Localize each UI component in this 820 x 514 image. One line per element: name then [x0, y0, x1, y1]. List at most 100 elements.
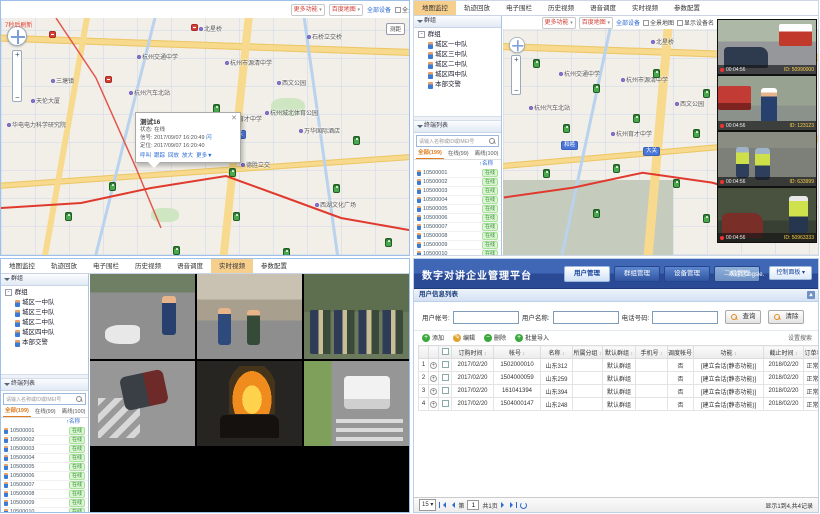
online-badge[interactable]: 在线 [482, 187, 498, 195]
tab-1[interactable]: 轨迹回放 [456, 1, 498, 15]
online-badge[interactable]: 在线 [482, 205, 498, 213]
search-settings-link[interactable]: 设置搜索 [788, 333, 812, 342]
online-badge[interactable]: 在线 [69, 454, 85, 462]
online-badge[interactable]: 在线 [482, 178, 498, 186]
search-button[interactable]: 查询 [725, 310, 761, 324]
video-wall-cell-1[interactable] [197, 274, 302, 359]
column-header-4[interactable]: 默认群组 [603, 346, 636, 359]
tree-item-3[interactable]: 城区四中队 [418, 70, 501, 80]
tab-0[interactable]: 地图监控 [1, 259, 43, 273]
tree-item-1[interactable]: 城区三中队 [418, 50, 501, 60]
popup-link-3[interactable]: 放大 [182, 151, 193, 159]
column-header-1[interactable]: 帐号 [494, 346, 541, 359]
online-badge[interactable]: 在线 [69, 508, 85, 512]
terminal-row[interactable]: 10500005在线 [1, 463, 88, 472]
name-input[interactable] [553, 311, 619, 324]
signal-tag[interactable]: 闪 [206, 135, 212, 141]
expand-icon[interactable]: - [418, 31, 425, 38]
pano-checkbox[interactable]: 全景地图 [395, 5, 409, 14]
map-type-dropdown[interactable]: 百度地图 ▾ [579, 17, 613, 29]
tab-2[interactable]: 电子围栏 [85, 259, 127, 273]
tab-0[interactable]: 地图监控 [414, 1, 456, 15]
more-functions-dropdown[interactable]: 更多功能 ▾ [291, 4, 325, 16]
filter-tab-2[interactable]: 离线(100) [60, 407, 88, 417]
group-section-header[interactable]: 群组 [414, 16, 501, 28]
expand-row-icon[interactable]: + [430, 375, 437, 382]
expand-cell[interactable]: + [429, 359, 439, 372]
popup-link-0[interactable]: 呼叫 [140, 151, 151, 159]
phone-input[interactable] [652, 311, 718, 324]
device-marker-icon[interactable] [283, 248, 290, 255]
collapse-icon[interactable]: ▴ [807, 291, 815, 299]
device-marker-icon[interactable] [613, 164, 620, 173]
online-badge[interactable]: 在线 [69, 481, 85, 489]
tree-item-1[interactable]: 城区三中队 [5, 308, 88, 318]
checkbox-icon[interactable] [643, 20, 649, 26]
filter-tab-0[interactable]: 全部(199) [3, 406, 31, 417]
tree-item-0[interactable]: 城区一中队 [418, 40, 501, 50]
map-compass-control[interactable] [7, 26, 27, 46]
filter-tab-1[interactable]: 在线(99) [33, 407, 58, 417]
tab-6[interactable]: 参数配置 [666, 1, 708, 15]
device-marker-icon[interactable] [593, 209, 600, 218]
terminal-row[interactable]: 10500006在线 [1, 472, 88, 481]
video-wall-cell-5[interactable] [304, 361, 409, 446]
terminal-row[interactable]: 10500001在线 [1, 427, 88, 436]
device-marker-icon[interactable] [673, 179, 680, 188]
device-marker-icon[interactable] [563, 124, 570, 133]
video-wall-cell-3[interactable] [90, 361, 195, 446]
terminal-row[interactable]: 10500008在线 [414, 232, 501, 241]
table-row[interactable]: 3+2017/02/20161041394山东394默认群组否[建立会话(静态功… [419, 385, 820, 398]
edit-button[interactable]: ✎编辑 [453, 333, 475, 342]
map-zoom-slider[interactable] [12, 50, 22, 102]
checkbox-cell[interactable] [439, 398, 452, 411]
show-names-checkbox[interactable]: 显示设备名 [677, 18, 714, 27]
add-button[interactable]: +添加 [422, 333, 444, 342]
column-header-3[interactable]: 所属分组 [573, 346, 603, 359]
pano-checkbox[interactable]: 全景地图 [643, 18, 674, 27]
all-devices-link[interactable]: 全部设备 [616, 18, 640, 27]
tab-4[interactable]: 语音调度 [582, 1, 624, 15]
terminal-row[interactable]: 10500001在线 [414, 169, 501, 178]
tab-3[interactable]: 历史视频 [540, 1, 582, 15]
terminal-search-input[interactable]: 请输入名称或ID或IMEI号 [3, 393, 86, 405]
page-number-input[interactable]: 1 [467, 500, 479, 510]
video-thumbnail-1[interactable]: 00:04:56ID: 123123 [717, 75, 817, 131]
tree-item-4[interactable]: 本部交警 [418, 80, 501, 90]
tab-5[interactable]: 实时视频 [211, 259, 253, 273]
prev-page-button[interactable] [449, 502, 455, 508]
nav-tab-2[interactable]: 设备管理 [664, 266, 710, 282]
measure-button[interactable]: 测距 [386, 23, 405, 35]
column-header-8[interactable]: 截止时间 [764, 346, 804, 359]
online-badge[interactable]: 在线 [69, 463, 85, 471]
device-marker-icon[interactable] [173, 246, 180, 255]
tree-root-node[interactable]: - 群组 [5, 288, 88, 298]
column-header-6[interactable]: 调度帐号 [668, 346, 694, 359]
checkbox-icon[interactable] [395, 7, 401, 13]
online-badge[interactable]: 在线 [482, 169, 498, 177]
online-badge[interactable]: 在线 [69, 499, 85, 507]
delete-button[interactable]: −删除 [484, 333, 506, 342]
device-marker-icon[interactable] [543, 169, 550, 178]
checkbox-icon[interactable] [442, 387, 449, 394]
device-marker-icon[interactable] [229, 168, 236, 177]
more-functions-dropdown[interactable]: 更多功能 ▾ [542, 17, 576, 29]
column-header-0[interactable]: 订购时间 [452, 346, 494, 359]
online-badge[interactable]: 在线 [69, 445, 85, 453]
map-type-dropdown[interactable]: 百度地图 ▾ [329, 4, 363, 16]
online-badge[interactable]: 在线 [482, 223, 498, 231]
expand-cell[interactable]: + [429, 398, 439, 411]
filter-tab-0[interactable]: 全部(199) [416, 148, 444, 159]
column-header-7[interactable]: 功能 [694, 346, 764, 359]
terminal-row[interactable]: 10500010在线 [414, 250, 501, 255]
tab-3[interactable]: 历史视频 [127, 259, 169, 273]
video-wall-cell-0[interactable] [90, 274, 195, 359]
checkbox-icon[interactable] [442, 361, 449, 368]
terminal-row[interactable]: 10500003在线 [414, 187, 501, 196]
device-marker-icon[interactable] [703, 214, 710, 223]
expand-icon[interactable]: - [5, 289, 12, 296]
device-marker-icon[interactable] [593, 84, 600, 93]
control-panel-button[interactable]: 控制面板 ▾ [769, 266, 812, 280]
refresh-icon[interactable] [520, 502, 527, 509]
terminal-row[interactable]: 10500004在线 [1, 454, 88, 463]
